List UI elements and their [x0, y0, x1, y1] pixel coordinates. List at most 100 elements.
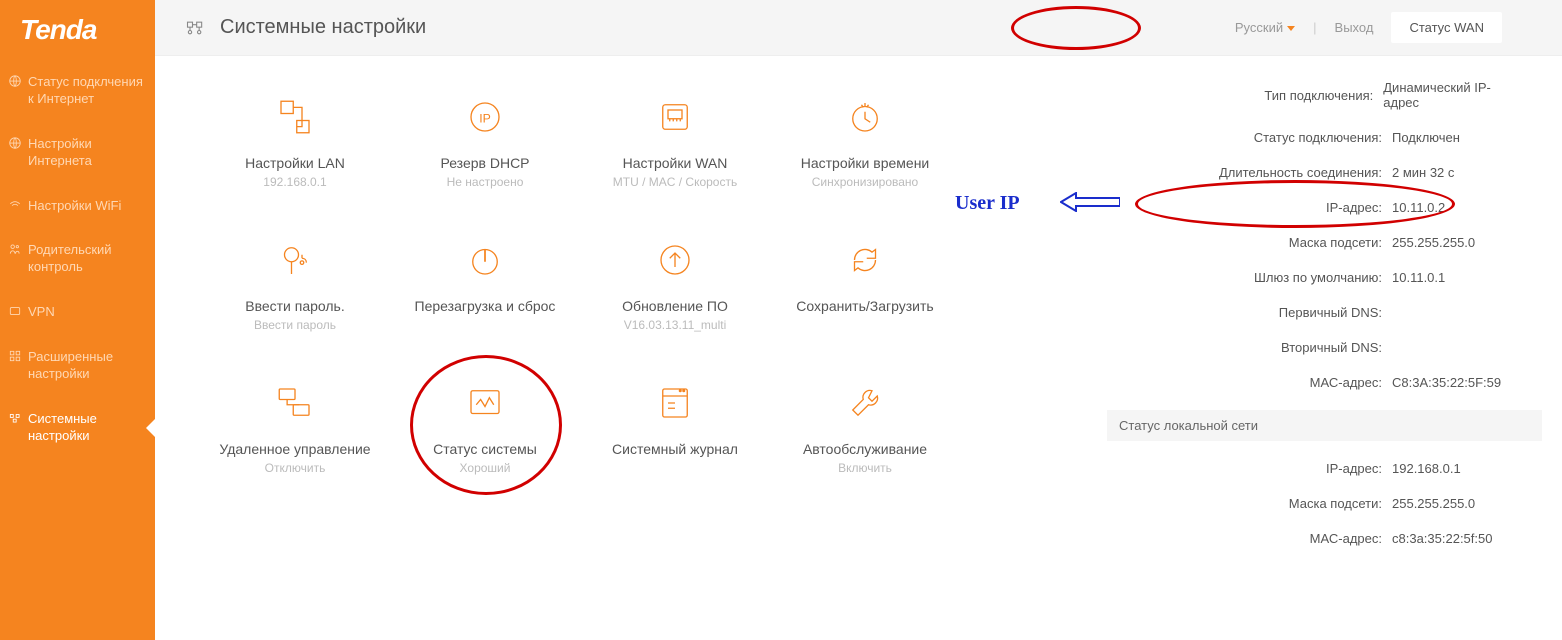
sidebar-item-vpn[interactable]: VPN	[0, 290, 155, 335]
tile-subtitle: Хороший	[395, 461, 575, 475]
tile-title: Автообслуживание	[775, 441, 955, 457]
settings-icon	[185, 18, 205, 38]
remote-icon	[274, 382, 316, 424]
sync-icon	[844, 239, 886, 281]
tile-time-settings[interactable]: Настройки времени Синхронизировано	[775, 96, 955, 189]
tile-backup-restore[interactable]: Сохранить/Загрузить	[775, 239, 955, 332]
globe-icon	[8, 136, 22, 150]
status-key: Маска подсети:	[1112, 496, 1392, 511]
tile-title: Настройки WAN	[585, 155, 765, 171]
status-key: Вторичный DNS:	[1112, 340, 1392, 355]
tile-password[interactable]: Ввести пароль. Ввести пароль	[205, 239, 385, 332]
tile-lan-settings[interactable]: Настройки LAN 192.168.0.1	[205, 96, 385, 189]
status-row: Тип подключения:Динамический IP-адрес	[1112, 70, 1522, 120]
svg-text:IP: IP	[479, 111, 491, 125]
status-value: c8:3a:35:22:5f:50	[1392, 531, 1492, 546]
status-key: МАС-адрес:	[1112, 531, 1392, 546]
status-row: IP-адрес:10.11.0.2	[1112, 190, 1522, 225]
sidebar-item-label: Системные настройки	[28, 411, 97, 443]
sidebar-item-label: Настройки WiFi	[28, 198, 121, 213]
status-value: 192.168.0.1	[1392, 461, 1461, 476]
lan-icon	[274, 96, 316, 138]
sidebar-item-system[interactable]: Системные настройки	[0, 397, 155, 459]
upgrade-icon	[654, 239, 696, 281]
parental-icon	[8, 242, 22, 256]
status-value: 10.11.0.2	[1392, 200, 1445, 215]
divider: |	[1313, 20, 1316, 35]
sidebar-item-label: Настройки Интернета	[28, 136, 92, 168]
status-value: Подключен	[1392, 130, 1460, 145]
sidebar-item-label: Родительский контроль	[28, 242, 112, 274]
tile-subtitle: Ввести пароль	[205, 318, 385, 332]
tile-firmware-update[interactable]: Обновление ПО V16.03.13.11_multi	[585, 239, 765, 332]
wrench-icon	[844, 382, 886, 424]
status-row: Первичный DNS:	[1112, 295, 1522, 330]
status-row: МАС-адрес:c8:3a:35:22:5f:50	[1112, 521, 1522, 556]
tile-title: Сохранить/Загрузить	[775, 298, 955, 314]
status-key: Первичный DNS:	[1112, 305, 1392, 320]
tile-system-status[interactable]: Статус системы Хороший	[395, 382, 575, 475]
language-selector[interactable]: Русский	[1235, 20, 1295, 35]
tile-title: Системный журнал	[585, 441, 765, 457]
wifi-icon	[8, 198, 22, 212]
sidebar-item-internet-status[interactable]: Статус подклчения к Интернет	[0, 60, 155, 122]
brand-logo: Tenda	[0, 0, 155, 60]
tile-title: Статус системы	[395, 441, 575, 457]
tile-wan-settings[interactable]: Настройки WAN MTU / MAC / Скорость	[585, 96, 765, 189]
password-icon	[274, 239, 316, 281]
page-header: Системные настройки Русский | Выход Стат…	[155, 0, 1562, 56]
tile-title: Настройки времени	[775, 155, 955, 171]
tile-remote-management[interactable]: Удаленное управление Отключить	[205, 382, 385, 475]
page-title: Системные настройки	[220, 16, 426, 39]
status-key: Маска подсети:	[1112, 235, 1392, 250]
sidebar-item-internet-settings[interactable]: Настройки Интернета	[0, 122, 155, 184]
tile-title: Ввести пароль.	[205, 298, 385, 314]
status-row: Шлюз по умолчанию:10.11.0.1	[1112, 260, 1522, 295]
tile-reboot-reset[interactable]: Перезагрузка и сброс	[395, 239, 575, 332]
status-key: МАС-адрес:	[1112, 375, 1392, 390]
status-key: Тип подключения:	[1112, 88, 1383, 103]
tab-wan-status[interactable]: Статус WAN	[1391, 12, 1502, 43]
logout-link[interactable]: Выход	[1335, 20, 1374, 35]
status-key: Длительность соединения:	[1112, 165, 1392, 180]
tile-dhcp-reserve[interactable]: IP Резерв DHCP Не настроено	[395, 96, 575, 189]
status-value: 10.11.0.1	[1392, 270, 1445, 285]
sidebar-item-advanced[interactable]: Расширенные настройки	[0, 335, 155, 397]
tile-subtitle: V16.03.13.11_multi	[585, 318, 765, 332]
lan-status-header: Статус локальной сети	[1107, 410, 1542, 441]
status-value: Динамический IP-адрес	[1383, 80, 1522, 110]
wan-status-panel: Тип подключения:Динамический IP-адрес Ст…	[1102, 56, 1552, 556]
status-value: C8:3A:35:22:5F:59	[1392, 375, 1501, 390]
tile-title: Удаленное управление	[205, 441, 385, 457]
annotation-circle-wan	[1011, 6, 1141, 50]
sidebar-item-label: Статус подклчения к Интернет	[28, 74, 143, 106]
tile-subtitle: Не настроено	[395, 175, 575, 189]
tile-title: Обновление ПО	[585, 298, 765, 314]
tile-subtitle: MTU / MAC / Скорость	[585, 175, 765, 189]
status-row: Маска подсети:255.255.255.0	[1112, 225, 1522, 260]
status-key: IP-адрес:	[1112, 461, 1392, 476]
log-icon	[654, 382, 696, 424]
tile-auto-maintenance[interactable]: Автообслуживание Включить	[775, 382, 955, 475]
status-row: Длительность соединения:2 мин 32 с	[1112, 155, 1522, 190]
tile-system-log[interactable]: Системный журнал	[585, 382, 765, 475]
power-icon	[464, 239, 506, 281]
status-row: Маска подсети:255.255.255.0	[1112, 486, 1522, 521]
globe-icon	[8, 74, 22, 88]
vpn-icon	[8, 304, 22, 318]
sidebar-item-parental[interactable]: Родительский контроль	[0, 228, 155, 290]
status-icon	[464, 382, 506, 424]
status-key: Шлюз по умолчанию:	[1112, 270, 1392, 285]
status-key: IP-адрес:	[1112, 200, 1392, 215]
sidebar: Tenda Статус подклчения к Интернет Настр…	[0, 0, 155, 640]
dhcp-icon: IP	[464, 96, 506, 138]
status-row: Статус подключения:Подключен	[1112, 120, 1522, 155]
tile-title: Резерв DHCP	[395, 155, 575, 171]
sidebar-item-wifi[interactable]: Настройки WiFi	[0, 184, 155, 229]
main-area: Системные настройки Русский | Выход Стат…	[155, 0, 1562, 640]
status-value: 255.255.255.0	[1392, 235, 1475, 250]
chevron-down-icon	[1287, 26, 1295, 31]
annotation-arrow-icon	[1060, 192, 1120, 212]
tile-subtitle: Синхронизировано	[775, 175, 955, 189]
clock-icon	[844, 96, 886, 138]
